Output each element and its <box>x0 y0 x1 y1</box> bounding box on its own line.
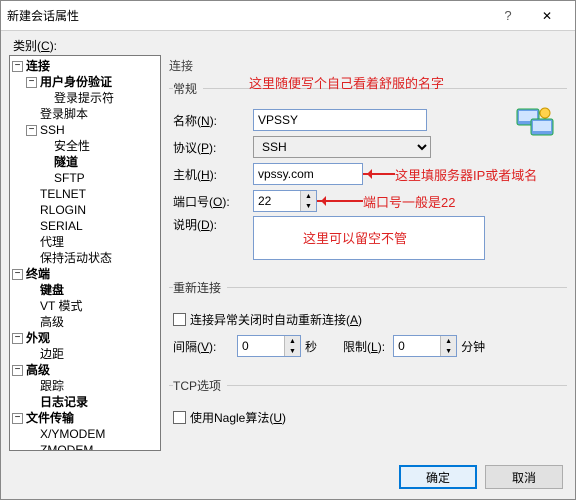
name-field[interactable] <box>253 109 427 131</box>
window-title: 新建会话属性 <box>7 7 491 24</box>
group-general: 常规 名称(N): 协议(P): SSH 主机(H): 这里填服务器IP或者域名… <box>169 80 567 273</box>
spin-up-icon[interactable]: ▲ <box>285 336 300 346</box>
tree-item-auth[interactable]: −用户身份验证 <box>12 74 158 90</box>
arrow-icon <box>317 196 363 206</box>
tree-item-rlogin[interactable]: RLOGIN <box>12 202 158 218</box>
tree-item-filetransfer[interactable]: −文件传输 <box>12 410 158 426</box>
dialog-body: 类别(C): −连接 −用户身份验证 登录提示符 登录脚本 −SSH 安全性 隧… <box>1 31 575 499</box>
collapse-icon[interactable]: − <box>12 365 23 376</box>
category-tree[interactable]: −连接 −用户身份验证 登录提示符 登录脚本 −SSH 安全性 隧道 SFTP … <box>9 55 161 451</box>
ok-button[interactable]: 确定 <box>399 465 477 489</box>
tree-item-margin[interactable]: 边距 <box>12 346 158 362</box>
label-port: 端口号(O): <box>173 193 253 210</box>
tree-item-tunnel[interactable]: 隧道 <box>12 154 158 170</box>
port-stepper[interactable]: ▲▼ <box>253 190 317 212</box>
unit-min: 分钟 <box>461 338 485 355</box>
collapse-icon[interactable]: − <box>12 61 23 72</box>
spin-down-icon[interactable]: ▼ <box>441 346 456 356</box>
tree-item-trace[interactable]: 跟踪 <box>12 378 158 394</box>
spin-down-icon[interactable]: ▼ <box>301 201 316 211</box>
interval-stepper[interactable]: ▲▼ <box>237 335 301 357</box>
tree-item-zmodem[interactable]: ZMODEM <box>12 442 158 451</box>
close-icon[interactable]: ✕ <box>525 1 569 31</box>
tree-item-log[interactable]: 日志记录 <box>12 394 158 410</box>
tree-item-advanced[interactable]: −高级 <box>12 362 158 378</box>
annotation-host: 这里填服务器IP或者域名 <box>395 165 537 184</box>
spin-up-icon[interactable]: ▲ <box>441 336 456 346</box>
tree-item-appearance[interactable]: −外观 <box>12 330 158 346</box>
description-field[interactable] <box>253 216 485 260</box>
arrow-icon <box>363 169 395 179</box>
label-protocol: 协议(P): <box>173 139 253 156</box>
tree-item-keyboard[interactable]: 键盘 <box>12 282 158 298</box>
annotation-port: 端口号一般是22 <box>363 192 455 211</box>
unit-sec: 秒 <box>305 338 317 355</box>
tree-item-login-prompt[interactable]: 登录提示符 <box>12 90 158 106</box>
spin-down-icon[interactable]: ▼ <box>285 346 300 356</box>
tree-item-keepalive[interactable]: 保持活动状态 <box>12 250 158 266</box>
collapse-icon[interactable]: − <box>12 333 23 344</box>
label-limit: 限制(L): <box>343 338 385 355</box>
port-field[interactable] <box>254 191 300 211</box>
limit-stepper[interactable]: ▲▼ <box>393 335 457 357</box>
button-bar: 确定 取消 <box>399 465 563 489</box>
protocol-select[interactable]: SSH <box>253 136 431 158</box>
tree-item-xymodem[interactable]: X/YMODEM <box>12 426 158 442</box>
label-host: 主机(H): <box>173 166 253 183</box>
group-title-reconnect: 重新连接 <box>173 279 227 296</box>
category-label: 类别(C): <box>13 37 57 54</box>
tree-item-telnet[interactable]: TELNET <box>12 186 158 202</box>
nagle-checkbox[interactable] <box>173 411 186 424</box>
collapse-icon[interactable]: − <box>26 125 37 136</box>
tree-item-vtmode[interactable]: VT 模式 <box>12 298 158 314</box>
label-desc: 说明(D): <box>173 216 253 233</box>
label-nagle: 使用Nagle算法(U) <box>190 409 286 426</box>
host-field[interactable] <box>253 163 363 185</box>
tree-item-proxy[interactable]: 代理 <box>12 234 158 250</box>
tree-item-advanced-term[interactable]: 高级 <box>12 314 158 330</box>
group-tcp: TCP选项 使用Nagle算法(U) <box>169 377 567 442</box>
tree-item-ssh[interactable]: −SSH <box>12 122 158 138</box>
group-reconnect: 重新连接 连接异常关闭时自动重新连接(A) 间隔(V): ▲▼ 秒 限制(L):… <box>169 279 567 371</box>
tree-item-serial[interactable]: SERIAL <box>12 218 158 234</box>
limit-field[interactable] <box>394 336 440 356</box>
spin-up-icon[interactable]: ▲ <box>301 191 316 201</box>
settings-panel: 连接 这里随便写个自己看着舒服的名字 常规 名称(N): 协议(P): SSH … <box>169 55 567 451</box>
auto-reconnect-checkbox[interactable] <box>173 313 186 326</box>
collapse-icon[interactable]: − <box>12 413 23 424</box>
tree-item-security[interactable]: 安全性 <box>12 138 158 154</box>
collapse-icon[interactable]: − <box>12 269 23 280</box>
panel-heading: 连接 <box>169 57 567 74</box>
interval-field[interactable] <box>238 336 284 356</box>
cancel-button[interactable]: 取消 <box>485 465 563 489</box>
label-auto-reconnect: 连接异常关闭时自动重新连接(A) <box>190 311 362 328</box>
tree-item-terminal[interactable]: −终端 <box>12 266 158 282</box>
tree-item-connection[interactable]: −连接 <box>12 58 158 74</box>
tree-item-sftp[interactable]: SFTP <box>12 170 158 186</box>
label-name: 名称(N): <box>173 112 253 129</box>
collapse-icon[interactable]: − <box>26 77 37 88</box>
label-interval: 间隔(V): <box>173 338 237 355</box>
help-icon[interactable]: ? <box>491 8 525 23</box>
group-title-general: 常规 <box>173 80 203 97</box>
group-title-tcp: TCP选项 <box>173 377 227 394</box>
titlebar: 新建会话属性 ? ✕ <box>1 1 575 31</box>
tree-item-login-script[interactable]: 登录脚本 <box>12 106 158 122</box>
